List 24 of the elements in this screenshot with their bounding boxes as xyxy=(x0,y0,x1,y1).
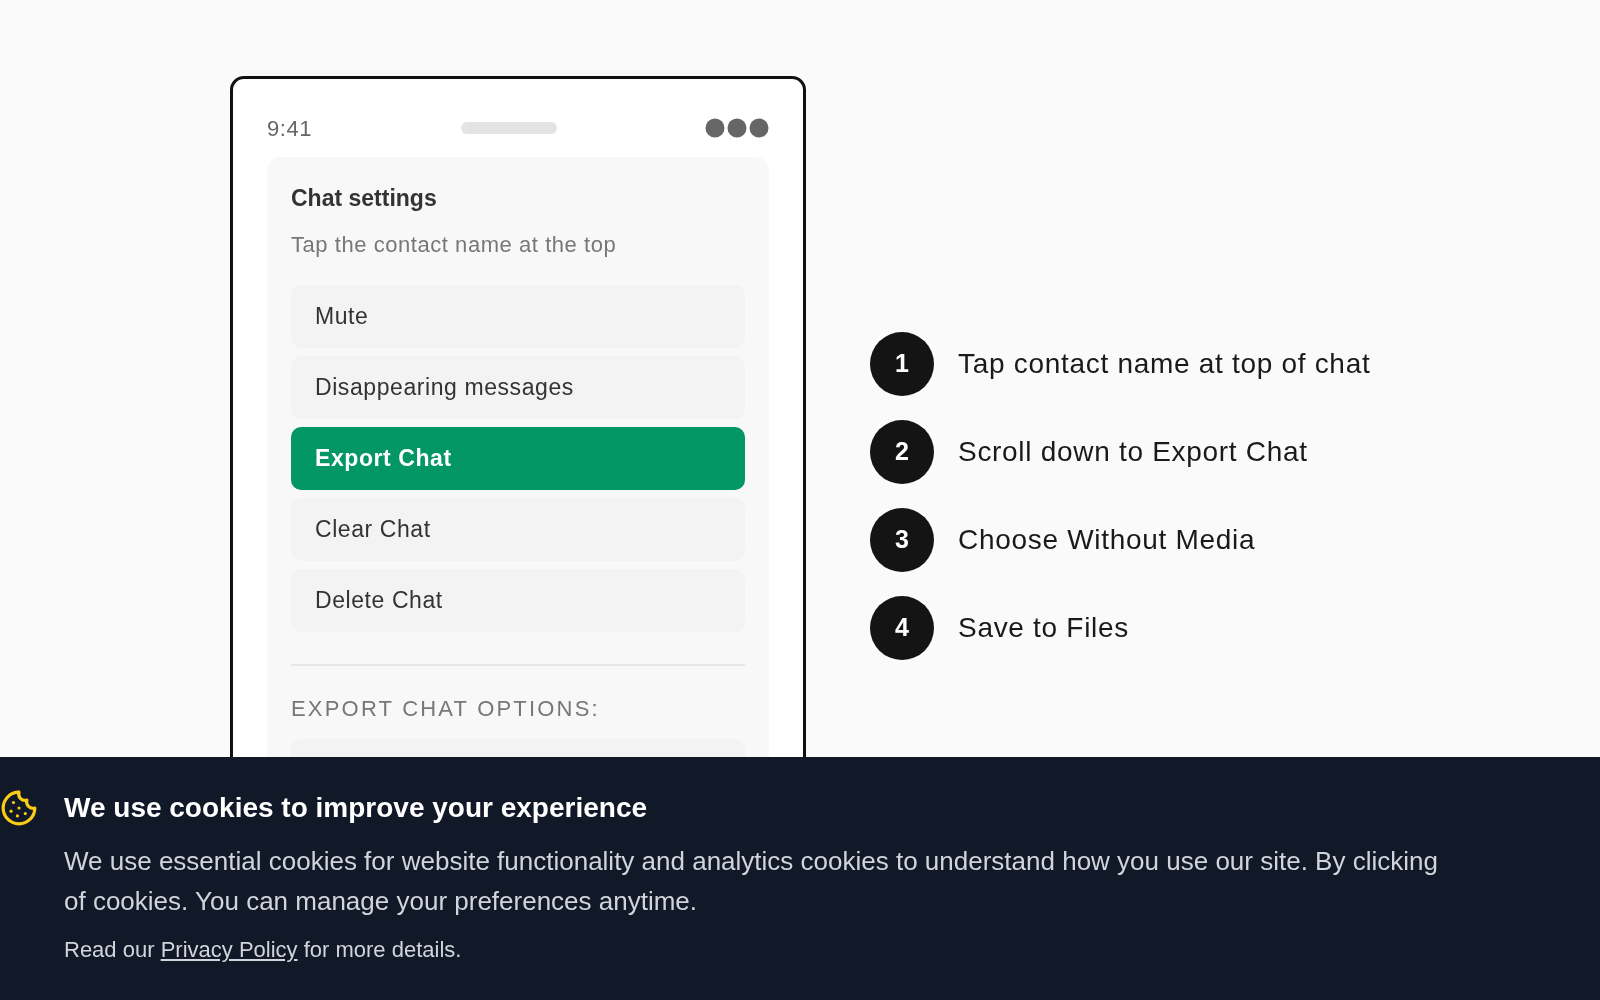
step-text: Choose Without Media xyxy=(958,523,1256,557)
status-time: 9:41 xyxy=(267,114,313,143)
settings-item[interactable]: Mute xyxy=(291,284,745,348)
step-text: Save to Files xyxy=(958,611,1129,645)
card-subtitle: Tap the contact name at the top xyxy=(291,230,618,259)
settings-item[interactable]: Delete Chat xyxy=(291,568,745,632)
settings-item[interactable]: Disappearing messages xyxy=(291,355,745,419)
step-number: 2 xyxy=(870,420,934,484)
banner-text-line: We use essential cookies for website functionality and analytics cookies to understand how you use our site. By clicking xyxy=(64,845,1438,878)
step-text: Tap contact name at top of chat xyxy=(958,347,1371,381)
dots-icon xyxy=(705,118,769,138)
privacy-policy-link[interactable]: Privacy Policy xyxy=(160,937,298,962)
banner-text-line: of cookies. You can manage your preferences anytime. xyxy=(64,885,699,918)
section-heading: EXPORT CHAT OPTIONS: xyxy=(291,694,601,723)
banner-title: We use cookies to improve your experience xyxy=(64,791,649,825)
card-title: Chat settings xyxy=(291,184,438,213)
step-text: Scroll down to Export Chat xyxy=(958,435,1308,469)
step-number: 3 xyxy=(870,508,934,572)
step-number: 1 xyxy=(870,332,934,396)
settings-item[interactable]: Clear Chat xyxy=(291,497,745,561)
cookie-icon xyxy=(0,789,38,827)
settings-item[interactable]: Export Chat xyxy=(291,426,745,490)
banner-footer: Read our Privacy Policy for more details. xyxy=(64,933,1438,966)
step-number: 4 xyxy=(870,596,934,660)
